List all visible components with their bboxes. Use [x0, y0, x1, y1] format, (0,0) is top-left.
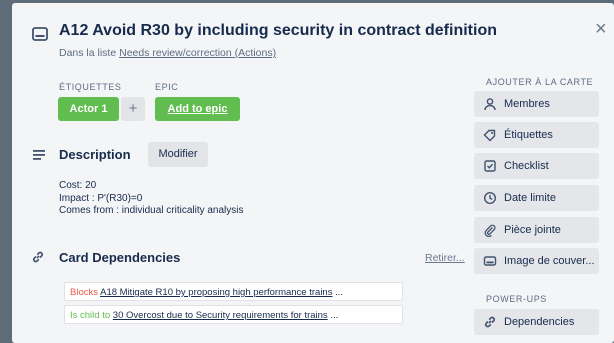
- dependencies-powerup-label: Dependencies: [504, 316, 575, 328]
- clock-icon: [483, 191, 497, 205]
- dependency-relation: Blocks: [70, 287, 98, 298]
- remove-dependencies-link[interactable]: Retirer...: [425, 252, 465, 264]
- person-icon: [484, 98, 496, 111]
- image-icon: [483, 256, 497, 266]
- card-icon: [32, 27, 48, 41]
- paperclip-icon: [484, 224, 496, 237]
- add-to-epic-button[interactable]: Add to epic: [155, 97, 240, 121]
- checklist-icon: [484, 160, 496, 172]
- labels-button[interactable]: Étiquettes: [474, 122, 599, 148]
- label-actor-1[interactable]: Actor 1: [58, 97, 119, 121]
- dependencies-powerup-button[interactable]: Dependencies: [474, 309, 599, 335]
- cover-image-button[interactable]: Image de couver...: [474, 248, 599, 274]
- checklist-button[interactable]: Checklist: [474, 153, 599, 179]
- dependency-row[interactable]: Is child to 30 Overcost due to Security …: [64, 305, 403, 324]
- checklist-label: Checklist: [504, 160, 549, 172]
- add-label-button[interactable]: +: [121, 97, 145, 121]
- dependency-ellipsis: ...: [335, 287, 344, 298]
- cover-image-label: Image de couver...: [504, 255, 595, 267]
- due-date-button[interactable]: Date limite: [474, 185, 599, 211]
- epic-heading: EPIC: [155, 82, 179, 92]
- add-to-card-heading: AJOUTER À LA CARTE: [486, 77, 594, 87]
- list-prefix: Dans la liste: [59, 47, 120, 59]
- tag-icon: [483, 129, 496, 142]
- card-title[interactable]: A12 Avoid R30 by including security in c…: [59, 22, 497, 40]
- dependency-row[interactable]: Blocks A18 Mitigate R10 by proposing hig…: [64, 282, 403, 301]
- edit-description-button[interactable]: Modifier: [148, 142, 208, 167]
- due-date-label: Date limite: [504, 192, 556, 204]
- card-detail-modal: × A12 Avoid R30 by including security in…: [12, 3, 614, 343]
- list-link[interactable]: Needs review/correction (Actions): [119, 47, 276, 59]
- close-icon[interactable]: ×: [595, 19, 607, 39]
- link-icon: [485, 316, 495, 328]
- attachment-button[interactable]: Pièce jointe: [474, 217, 599, 243]
- attachment-label: Pièce jointe: [504, 224, 561, 236]
- description-body[interactable]: Cost: 20 Impact : P'(R30)=0 Comes from :…: [59, 180, 244, 218]
- description-heading: Description: [59, 147, 131, 162]
- description-line: Comes from : individual criticality anal…: [59, 205, 244, 216]
- dependency-relation: Is child to: [70, 310, 111, 321]
- description-icon: [33, 150, 45, 160]
- members-button[interactable]: Membres: [474, 91, 599, 117]
- link-icon: [33, 251, 43, 263]
- dependency-ellipsis: ...: [330, 310, 339, 321]
- dependency-link[interactable]: 30 Overcost due to Security requirements…: [113, 310, 328, 321]
- list-info: Dans la liste Needs review/correction (A…: [59, 47, 276, 59]
- description-line: Cost: 20: [59, 180, 97, 191]
- dependency-link[interactable]: A18 Mitigate R10 by proposing high perfo…: [100, 287, 332, 298]
- labels-label: Étiquettes: [504, 129, 553, 141]
- dependencies-heading: Card Dependencies: [59, 250, 181, 265]
- members-label: Membres: [504, 98, 550, 110]
- description-line: Impact : P'(R30)=0: [59, 192, 143, 204]
- power-ups-heading: POWER-UPS: [486, 294, 547, 304]
- labels-heading: ÉTIQUETTES: [59, 82, 122, 92]
